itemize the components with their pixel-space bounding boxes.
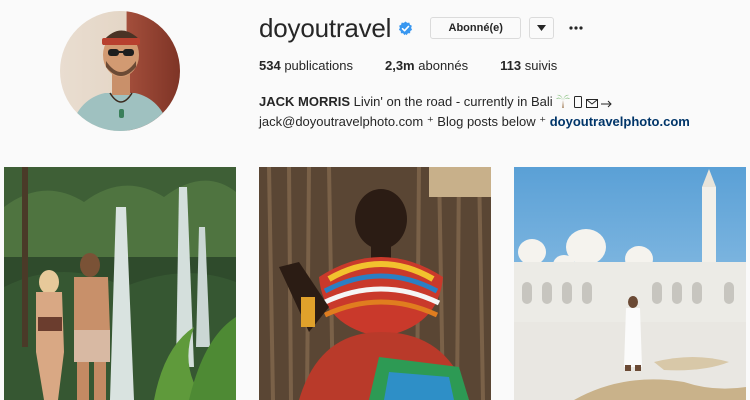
african-woman-beads-photo [259, 167, 491, 400]
stat-posts-label: publications [284, 58, 353, 73]
post-thumbnail-2[interactable] [259, 167, 491, 400]
palm-tree-icon [556, 94, 571, 113]
stat-following[interactable]: 113 suivis [500, 58, 557, 73]
profile-avatar[interactable] [60, 11, 180, 131]
stat-followers[interactable]: 2,3m abonnés [385, 58, 468, 73]
bio-line-1: JACK MORRIS Livin' on the road - current… [259, 93, 750, 113]
caret-down-icon [537, 25, 547, 31]
profile-stats: 534 publications 2,3m abonnés 113 suivis [259, 58, 750, 73]
following-button[interactable]: Abonné(e) [430, 17, 522, 39]
pointer-icon [601, 95, 613, 113]
bio-text: Livin' on the road - currently in Bali [353, 94, 553, 109]
username: doyoutravel [259, 12, 392, 43]
bio-line-2: jack@doyoutravelphoto.com ⁺ Blog posts b… [259, 113, 750, 131]
stat-followers-label: abonnés [418, 58, 469, 73]
stat-followers-value: 2,3m [384, 58, 415, 73]
waterfall-couple-photo [4, 167, 236, 400]
more-options-icon[interactable] [568, 20, 584, 36]
envelope-icon [585, 95, 598, 113]
profile-bio: JACK MORRIS Livin' on the road - current… [259, 93, 750, 131]
bio-email-text: jack@doyoutravelphoto.com ⁺ Blog posts b… [259, 114, 547, 129]
suggestions-dropdown-button[interactable] [529, 17, 555, 39]
mosque-man-photo [514, 167, 746, 400]
stat-following-label: suivis [524, 58, 558, 73]
stat-following-value: 113 [500, 58, 522, 73]
stat-posts-value: 534 [259, 58, 281, 73]
post-thumbnail-1[interactable] [4, 167, 236, 400]
post-thumbnail-3[interactable] [514, 167, 746, 400]
phone-icon [573, 95, 582, 113]
verified-badge-icon [398, 20, 413, 36]
bio-website-link[interactable]: doyoutravelphoto.com [550, 114, 690, 129]
stat-posts: 534 publications [259, 58, 353, 73]
bio-full-name: JACK MORRIS [259, 94, 351, 109]
profile-header: doyoutravel Abonné(e) 534 publications 2… [259, 12, 750, 131]
